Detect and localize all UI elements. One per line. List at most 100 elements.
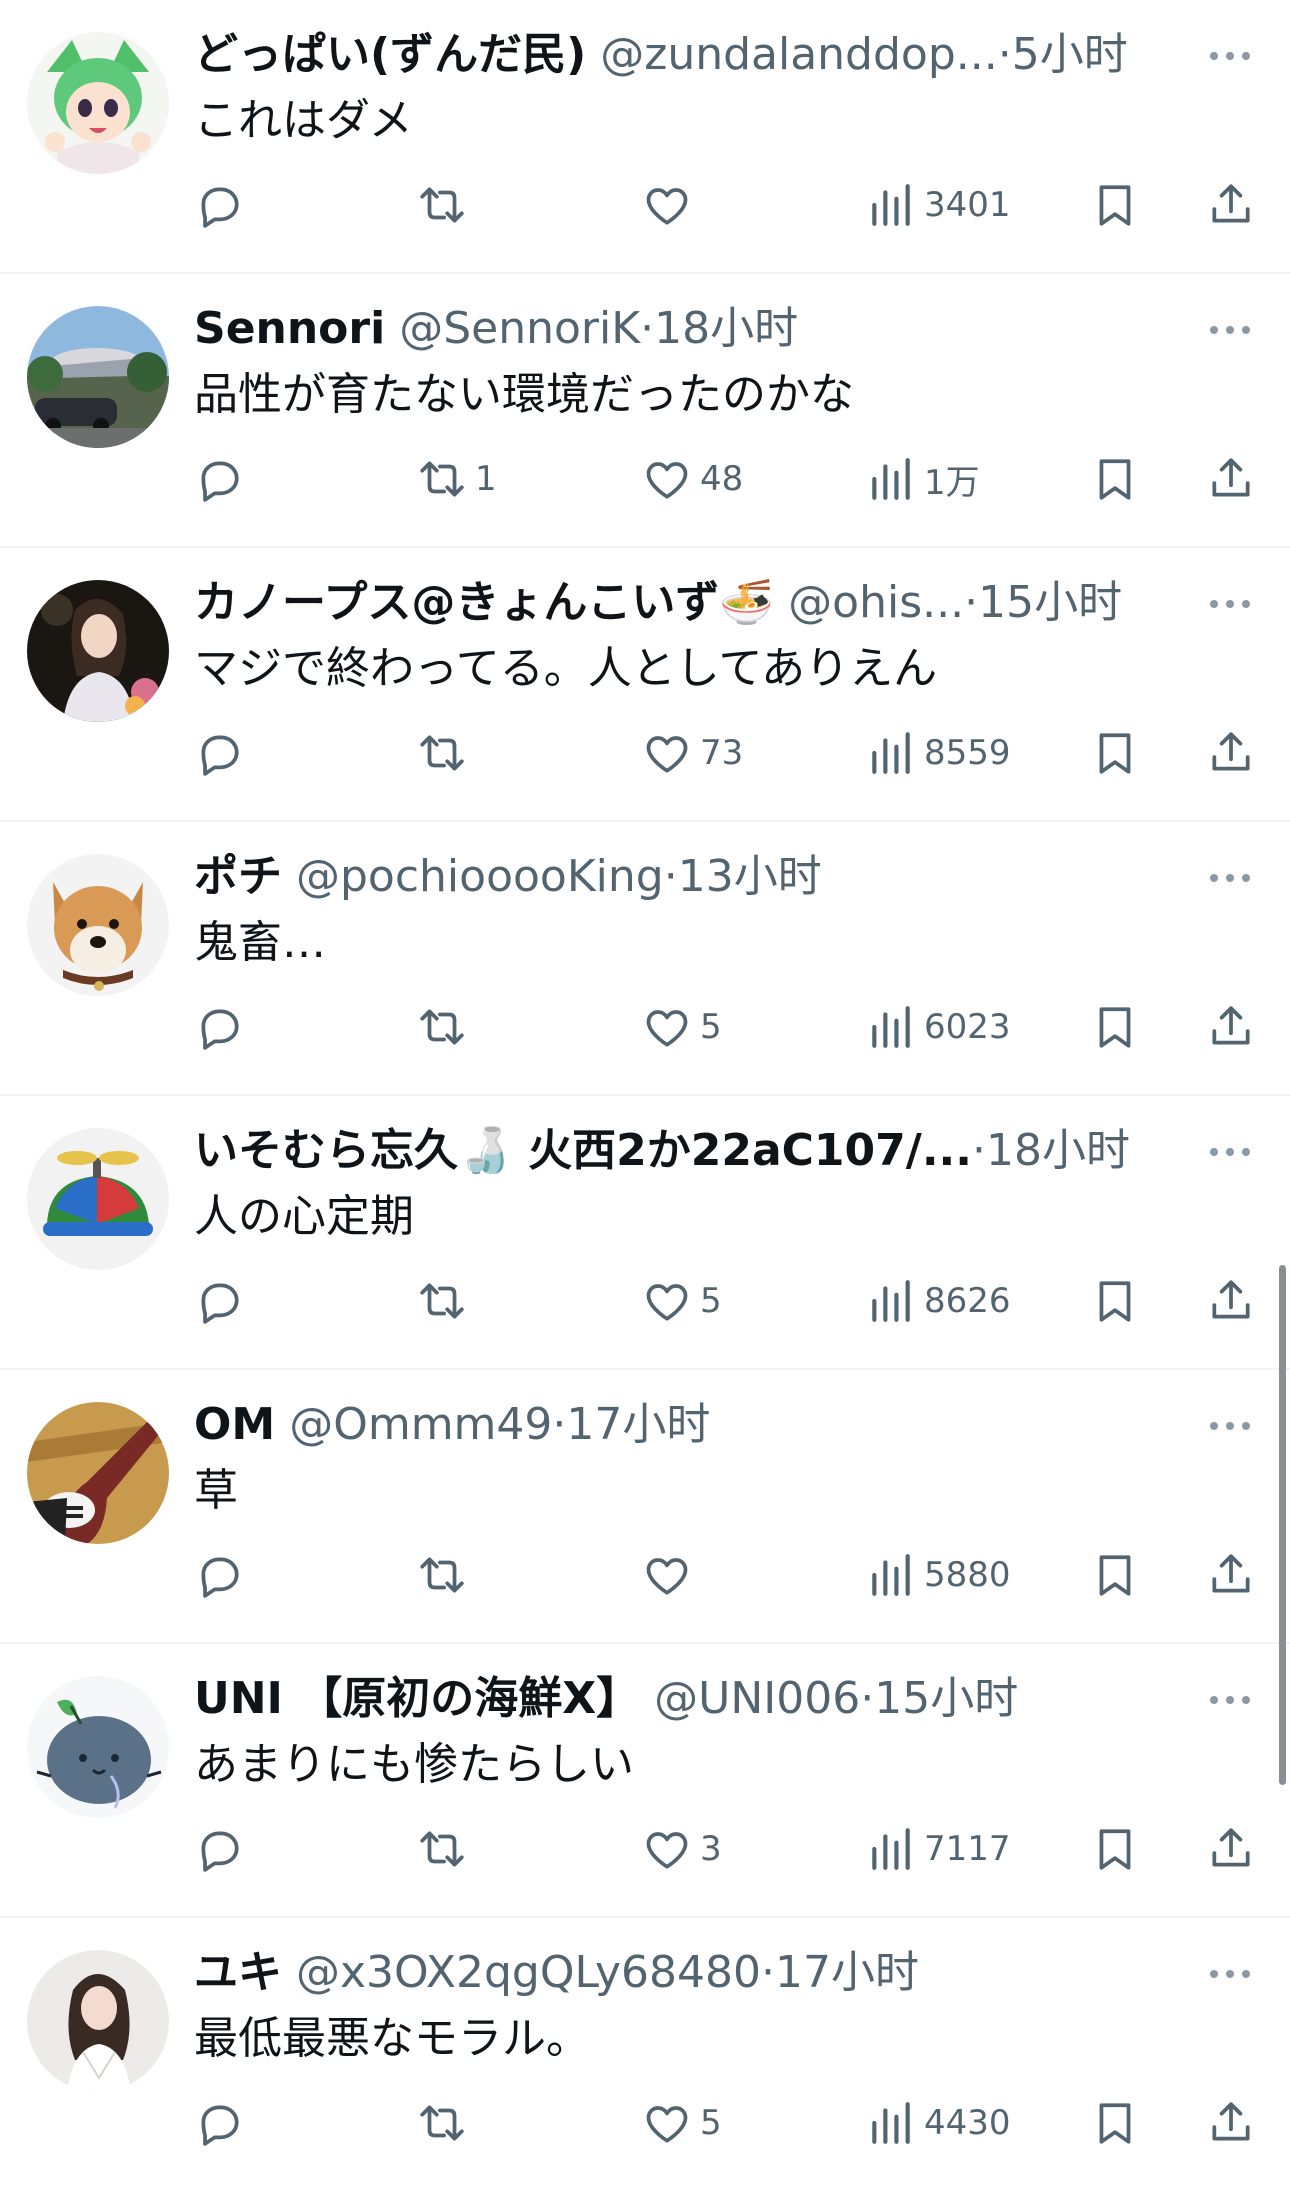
share-button[interactable] — [1206, 1819, 1256, 1879]
like-button[interactable]: 73 — [642, 723, 743, 783]
share-icon — [1212, 458, 1250, 497]
views-button[interactable]: 1万 — [866, 449, 980, 509]
more-button[interactable] — [1200, 1670, 1260, 1730]
like-button[interactable] — [642, 175, 700, 235]
tweet-item[interactable]: OM @Ommm49·17小时 草 5880 — [0, 1370, 1290, 1644]
like-button[interactable]: 5 — [642, 997, 722, 1057]
author-handle[interactable]: @ohis... — [788, 577, 964, 628]
reply-button[interactable] — [194, 723, 252, 783]
more-button[interactable] — [1200, 848, 1260, 908]
views-button[interactable]: 8559 — [866, 723, 1011, 783]
share-button[interactable] — [1206, 175, 1256, 235]
reply-button[interactable] — [194, 2093, 252, 2153]
views-button[interactable]: 8626 — [866, 1271, 1011, 1331]
reply-button[interactable] — [194, 997, 252, 1057]
reply-button[interactable] — [194, 1271, 252, 1331]
views-button[interactable]: 3401 — [866, 175, 1011, 235]
avatar[interactable] — [27, 1402, 169, 1544]
bookmark-button[interactable] — [1090, 1271, 1140, 1331]
share-button[interactable] — [1206, 1545, 1256, 1605]
timestamp[interactable]: 18小时 — [654, 303, 798, 354]
author-name[interactable]: Sennori — [194, 303, 385, 354]
tweet-header: ユキ @x3OX2qgQLy68480·17小时 — [194, 1940, 1200, 2006]
share-button[interactable] — [1206, 1271, 1256, 1331]
retweet-button[interactable] — [417, 1271, 475, 1331]
retweet-button[interactable] — [417, 2093, 475, 2153]
avatar[interactable] — [27, 1128, 169, 1270]
author-handle[interactable]: @Ommm49 — [289, 1399, 552, 1450]
more-button[interactable] — [1200, 1396, 1260, 1456]
avatar[interactable] — [27, 1676, 169, 1818]
tweet-item[interactable]: ユキ @x3OX2qgQLy68480·17小时 最低最悪なモラル。 5 443… — [0, 1918, 1290, 2192]
retweet-button[interactable] — [417, 723, 475, 783]
like-button[interactable]: 3 — [642, 1819, 722, 1879]
reply-icon — [201, 2105, 239, 2146]
views-button[interactable]: 7117 — [866, 1819, 1011, 1879]
author-handle[interactable]: @pochiooooKing — [296, 851, 664, 902]
share-button[interactable] — [1206, 723, 1256, 783]
views-button[interactable]: 6023 — [866, 997, 1011, 1057]
share-button[interactable] — [1206, 2093, 1256, 2153]
bookmark-button[interactable] — [1090, 1819, 1140, 1879]
avatar[interactable] — [27, 32, 169, 174]
avatar[interactable] — [27, 306, 169, 448]
author-name[interactable]: カノープス@きょんこいず🍜 — [194, 577, 774, 628]
author-name[interactable]: OM — [194, 1399, 275, 1450]
like-button[interactable] — [642, 1545, 700, 1605]
tweet-item[interactable]: Sennori @SennoriK·18小时 品性が育たない環境だったのかな 1… — [0, 274, 1290, 548]
avatar[interactable] — [27, 580, 169, 722]
timestamp[interactable]: 17小时 — [775, 1947, 919, 1998]
timestamp[interactable]: 17小时 — [566, 1399, 710, 1450]
timestamp[interactable]: 18小时 — [986, 1125, 1130, 1176]
like-button[interactable]: 5 — [642, 2093, 722, 2153]
bookmark-button[interactable] — [1090, 1545, 1140, 1605]
timestamp[interactable]: 13小时 — [678, 851, 822, 902]
more-button[interactable] — [1200, 26, 1260, 86]
more-icon — [1210, 1148, 1250, 1156]
views-button[interactable]: 5880 — [866, 1545, 1011, 1605]
author-handle[interactable]: @zundalanddop... — [600, 29, 998, 80]
timestamp[interactable]: 15小时 — [978, 577, 1122, 628]
bookmark-button[interactable] — [1090, 175, 1140, 235]
tweet-item[interactable]: カノープス@きょんこいず🍜 @ohis...·15小时 マジで終わってる。人とし… — [0, 548, 1290, 822]
tweet-item[interactable]: UNI 【原初の海鮮X】 @UNI006·15小时 あまりにも惨たらしい 3 7… — [0, 1644, 1290, 1918]
tweet-item[interactable]: ポチ @pochiooooKing·13小时 鬼畜… 5 6023 — [0, 822, 1290, 1096]
like-button[interactable]: 5 — [642, 1271, 722, 1331]
retweet-button[interactable] — [417, 175, 475, 235]
reply-button[interactable] — [194, 1545, 252, 1605]
bookmark-button[interactable] — [1090, 2093, 1140, 2153]
retweet-button[interactable] — [417, 997, 475, 1057]
reply-button[interactable] — [194, 1819, 252, 1879]
author-handle[interactable]: @SennoriK — [399, 303, 640, 354]
like-button[interactable]: 48 — [642, 449, 743, 509]
bookmark-button[interactable] — [1090, 997, 1140, 1057]
reply-button[interactable] — [194, 175, 252, 235]
author-name[interactable]: どっぱい(ずんだ民) — [194, 29, 586, 80]
retweet-button[interactable] — [417, 1819, 475, 1879]
more-button[interactable] — [1200, 1944, 1260, 2004]
scrollbar-thumb[interactable] — [1279, 1265, 1286, 1785]
share-button[interactable] — [1206, 449, 1256, 509]
tweet-item[interactable]: いそむら忘久🍶 火西2か22aC107/...·18小时 人の心定期 5 862… — [0, 1096, 1290, 1370]
author-name[interactable]: UNI 【原初の海鮮X】 — [194, 1673, 640, 1724]
avatar[interactable] — [27, 1950, 169, 2092]
tweet-item[interactable]: どっぱい(ずんだ民) @zundalanddop...·5小时 これはダメ 34… — [0, 0, 1290, 274]
author-name[interactable]: いそむら忘久🍶 火西2か22aC107/... — [194, 1125, 972, 1176]
retweet-button[interactable]: 1 — [417, 449, 497, 509]
reply-button[interactable] — [194, 449, 252, 509]
bookmark-button[interactable] — [1090, 723, 1140, 783]
avatar[interactable] — [27, 854, 169, 996]
more-button[interactable] — [1200, 1122, 1260, 1182]
bookmark-button[interactable] — [1090, 449, 1140, 509]
author-name[interactable]: ポチ — [194, 851, 282, 902]
author-handle[interactable]: @UNI006 — [654, 1673, 860, 1724]
timestamp[interactable]: 15小时 — [874, 1673, 1018, 1724]
author-handle[interactable]: @x3OX2qgQLy68480 — [296, 1947, 761, 1998]
more-button[interactable] — [1200, 574, 1260, 634]
share-button[interactable] — [1206, 997, 1256, 1057]
author-name[interactable]: ユキ — [194, 1947, 282, 1998]
timestamp[interactable]: 5小时 — [1012, 29, 1128, 80]
retweet-button[interactable] — [417, 1545, 475, 1605]
views-button[interactable]: 4430 — [866, 2093, 1011, 2153]
more-button[interactable] — [1200, 300, 1260, 360]
